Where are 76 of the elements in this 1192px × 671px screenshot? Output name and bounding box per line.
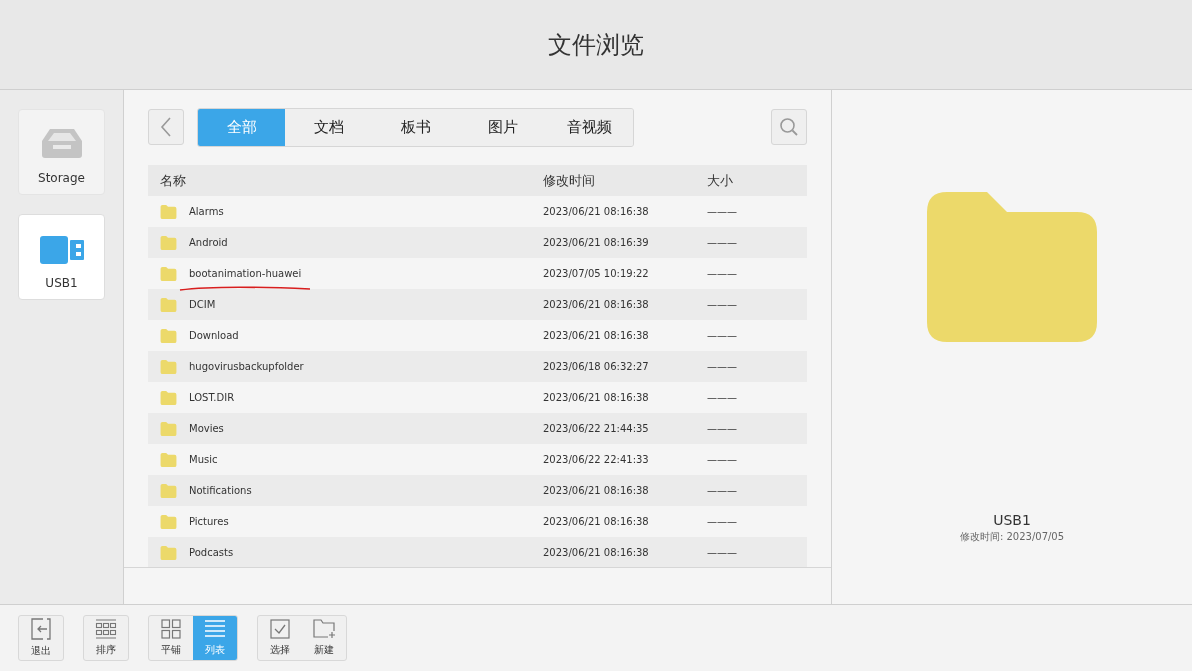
modified-time: 2023/06/21 08:16:38 [542, 299, 650, 310]
modified-time: 2023/06/21 08:16:38 [542, 330, 650, 341]
file-size: ——— [706, 516, 738, 527]
folder-icon [160, 545, 177, 560]
drive-icon [39, 127, 84, 159]
folder-name[interactable]: hugovirusbackupfolder [189, 361, 304, 372]
modified-time: 2023/06/21 08:16:39 [542, 237, 650, 248]
file-size: ——— [706, 392, 738, 403]
file-size: ——— [706, 485, 738, 496]
device-label: Storage [38, 171, 85, 185]
list-icon [204, 619, 226, 639]
file-size: ——— [706, 237, 738, 248]
window-title: 文件浏览 [548, 29, 644, 61]
column-header: 名称 [159, 171, 187, 190]
modified-time: 2023/06/21 08:16:38 [542, 392, 650, 403]
new-folder-icon [313, 619, 335, 639]
folder-icon [926, 192, 1098, 342]
modified-time: 2023/06/21 08:16:38 [542, 485, 650, 496]
back-button[interactable] [148, 109, 184, 145]
preview-modified: 修改时间: 2023/07/05 [959, 530, 1065, 544]
folder-icon [160, 359, 177, 374]
column-header: 修改时间 [542, 171, 596, 190]
sort-grid-icon [95, 619, 117, 639]
modified-time: 2023/06/18 06:32:27 [542, 361, 650, 372]
device-card[interactable]: USB1 [18, 214, 105, 300]
toolbar-button[interactable]: 平铺 [149, 616, 193, 660]
folder-name[interactable]: Android [189, 237, 228, 248]
file-size: ——— [706, 299, 738, 310]
toolbar-button[interactable]: 退出 [19, 616, 63, 660]
preview-name: USB1 [993, 512, 1031, 528]
folder-icon [160, 297, 177, 312]
folder-icon [160, 235, 177, 250]
exit-icon [31, 618, 51, 640]
folder-name[interactable]: Podcasts [189, 547, 234, 558]
toolbar-button[interactable]: 新建 [302, 616, 346, 660]
file-size: ——— [706, 361, 738, 372]
toolbar-button[interactable]: 排序 [84, 616, 128, 660]
modified-time: 2023/06/21 08:16:38 [542, 206, 650, 217]
search-icon [779, 117, 799, 137]
file-size: ——— [706, 268, 738, 279]
device-label: USB1 [45, 276, 78, 290]
usb-drive-icon [39, 236, 84, 264]
folder-name[interactable]: DCIM [189, 299, 216, 310]
modified-time: 2023/06/22 22:41:33 [542, 454, 650, 465]
folder-icon [160, 204, 177, 219]
folder-name[interactable]: Music [189, 454, 218, 465]
grid-icon [161, 619, 181, 639]
folder-name[interactable]: Download [189, 330, 239, 341]
folder-icon [160, 421, 177, 436]
file-size: ——— [706, 547, 738, 558]
column-header: 大小 [706, 171, 734, 190]
file-size: ——— [706, 423, 738, 434]
file-size: ——— [706, 330, 738, 341]
device-card[interactable]: Storage [18, 109, 105, 195]
folder-icon [160, 514, 177, 529]
checkbox-icon [270, 619, 290, 639]
folder-icon [160, 266, 177, 281]
modified-time: 2023/06/22 21:44:35 [542, 423, 650, 434]
modified-time: 2023/06/21 08:16:38 [542, 516, 650, 527]
folder-icon [160, 328, 177, 343]
toolbar-button[interactable]: 选择 [258, 616, 302, 660]
folder-icon [160, 390, 177, 405]
folder-name[interactable]: Movies [189, 423, 224, 434]
folder-name[interactable]: bootanimation-huawei [189, 268, 302, 279]
modified-time: 2023/06/21 08:16:38 [542, 547, 650, 558]
folder-icon [160, 483, 177, 498]
folder-icon [160, 452, 177, 467]
file-size: ——— [706, 454, 738, 465]
back-icon [160, 117, 172, 137]
folder-name[interactable]: Pictures [189, 516, 229, 527]
search-button[interactable] [771, 109, 807, 145]
file-size: ——— [706, 206, 738, 217]
modified-time: 2023/07/05 10:19:22 [542, 268, 650, 279]
folder-name[interactable]: Alarms [189, 206, 224, 217]
folder-name[interactable]: LOST.DIR [189, 392, 235, 403]
folder-name[interactable]: Notifications [189, 485, 252, 496]
